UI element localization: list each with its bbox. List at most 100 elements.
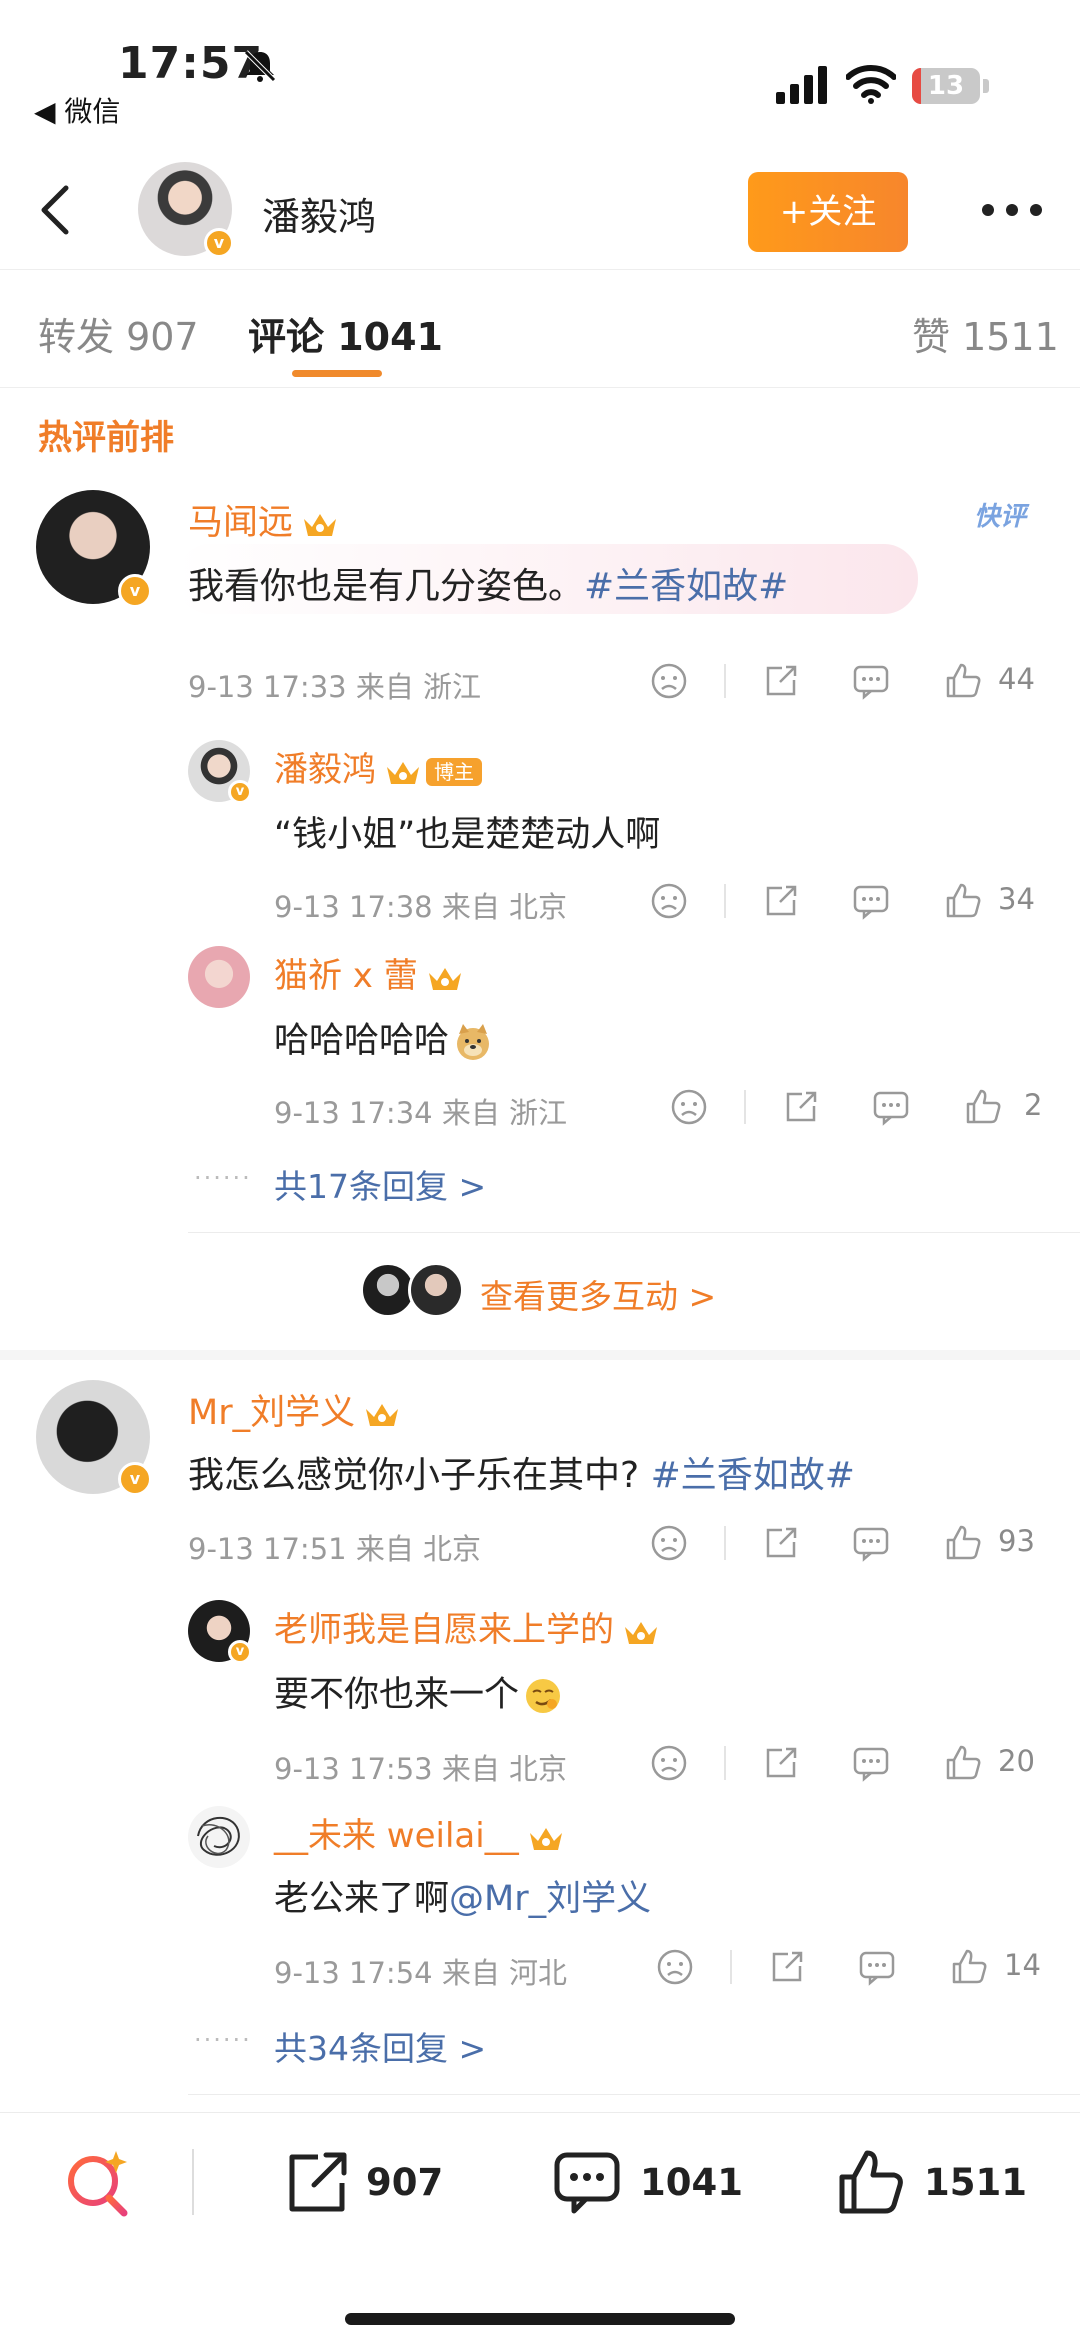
- hot-comments-title: 热评前排: [38, 418, 174, 458]
- search-sparkle-icon[interactable]: [62, 2147, 134, 2219]
- cellular-signal-icon: [776, 66, 827, 104]
- follow-button[interactable]: +关注: [748, 172, 908, 252]
- reply-text: 哈哈哈哈哈: [274, 1012, 493, 1063]
- reply-dots: ······: [194, 2026, 252, 2054]
- like-count: 93: [998, 1524, 1035, 1558]
- mute-bell-icon: [244, 50, 276, 82]
- back-arrow-icon[interactable]: [28, 178, 88, 242]
- comment-text: 我看你也是有几分姿色。#兰香如故#: [188, 566, 789, 607]
- more-options-icon[interactable]: [982, 204, 1042, 218]
- battery-tip: [983, 79, 989, 93]
- reply-icon[interactable]: [852, 1524, 890, 1562]
- post-tabs: 转发 907 评论 1041 赞 1511: [0, 270, 1080, 388]
- author-name[interactable]: 潘毅鸿: [262, 186, 376, 241]
- reply-icon[interactable]: [858, 1948, 896, 1986]
- like-count: 2: [1024, 1088, 1043, 1122]
- view-more-interactions-link[interactable]: 查看更多互动 >: [480, 1270, 716, 1318]
- reply-meta: 9-13 17:53 来自 北京: [274, 1752, 568, 1786]
- reply-name[interactable]: __未来 weilai__: [274, 1808, 565, 1857]
- active-tab-indicator: [292, 370, 382, 377]
- reply-meta: 9-13 17:38 来自 北京: [274, 890, 568, 924]
- divider: [192, 2149, 194, 2215]
- repost-count[interactable]: 907: [366, 2161, 443, 2204]
- tab-reposts[interactable]: 转发 907: [38, 306, 199, 361]
- commenter-name[interactable]: 马闻远: [188, 494, 339, 545]
- like-count: 44: [998, 662, 1035, 696]
- reply-text: 老公来了啊@Mr_刘学义: [274, 1879, 652, 1919]
- commenter-name[interactable]: Mr_刘学义: [188, 1384, 401, 1435]
- wifi-icon: [846, 65, 896, 104]
- share-icon[interactable]: [762, 662, 800, 700]
- divider: [744, 1090, 746, 1124]
- thumbs-up-icon[interactable]: [964, 1088, 1002, 1126]
- crown-icon: [529, 1827, 562, 1850]
- verified-badge-icon: v: [118, 1462, 152, 1496]
- divider: [188, 2094, 1080, 2095]
- reply-icon[interactable]: [852, 1744, 890, 1782]
- quick-comment-badge: 快评: [974, 502, 1027, 532]
- thumbs-up-icon[interactable]: [944, 882, 982, 920]
- comment-text: 我怎么感觉你小子乐在其中? #兰香如故#: [188, 1455, 855, 1496]
- tab-comments[interactable]: 评论 1041: [248, 306, 443, 361]
- divider: [188, 1232, 1080, 1233]
- reply-name[interactable]: 老师我是自愿来上学的: [274, 1602, 660, 1651]
- share-icon[interactable]: [762, 882, 800, 920]
- comment-icon[interactable]: [552, 2147, 622, 2217]
- view-all-replies-link[interactable]: 共17条回复 >: [274, 1160, 486, 1208]
- divider: [724, 884, 726, 918]
- reply-actions: 34: [650, 878, 1050, 922]
- share-icon[interactable]: [782, 1088, 820, 1126]
- reply-dots: ······: [194, 1164, 252, 1192]
- like-count: 34: [998, 882, 1035, 916]
- comment-actions: 93: [650, 1520, 1050, 1564]
- battery-indicator: 13: [912, 68, 980, 104]
- section-divider: [0, 1350, 1080, 1360]
- avatar[interactable]: [188, 946, 250, 1008]
- comment-actions: 44: [650, 658, 1050, 702]
- thumbs-up-icon[interactable]: [944, 1524, 982, 1562]
- dislike-face-icon[interactable]: [650, 1744, 688, 1782]
- share-icon[interactable]: [762, 1524, 800, 1562]
- dislike-face-icon[interactable]: [670, 1088, 708, 1126]
- avatar[interactable]: [188, 1806, 250, 1868]
- divider: [724, 1746, 726, 1780]
- share-icon[interactable]: [768, 1948, 806, 1986]
- reply-text: 要不你也来一个: [274, 1666, 563, 1717]
- dislike-face-icon[interactable]: [650, 662, 688, 700]
- comment-meta: 9-13 17:33 来自 浙江: [188, 670, 482, 704]
- tab-likes[interactable]: 赞 1511: [912, 306, 1059, 361]
- reply-text: “钱小姐”也是楚楚动人啊: [274, 815, 661, 855]
- reply-icon[interactable]: [872, 1088, 910, 1126]
- mention-link[interactable]: @Mr_刘学义: [449, 1879, 651, 1919]
- dislike-face-icon[interactable]: [650, 882, 688, 920]
- comment-count[interactable]: 1041: [640, 2161, 743, 2204]
- like-count-total[interactable]: 1511: [924, 2161, 1027, 2204]
- divider: [724, 1526, 726, 1560]
- divider: [724, 664, 726, 698]
- reply-icon[interactable]: [852, 662, 890, 700]
- reply-meta: 9-13 17:34 来自 浙江: [274, 1096, 568, 1130]
- thumbs-up-icon[interactable]: [944, 662, 982, 700]
- dislike-face-icon[interactable]: [656, 1948, 694, 1986]
- back-to-wechat[interactable]: ◀ 微信: [34, 90, 120, 130]
- reply-name[interactable]: 猫祈 x 蕾: [274, 948, 464, 997]
- topic-link[interactable]: #兰香如故#: [584, 566, 788, 607]
- topic-link[interactable]: #兰香如故#: [651, 1455, 855, 1496]
- repost-icon[interactable]: [282, 2147, 352, 2217]
- home-indicator[interactable]: [345, 2313, 735, 2325]
- smirk-emoji-icon: [526, 1679, 561, 1713]
- crown-icon: [625, 1621, 657, 1644]
- status-bar: 17:57 ◀ 微信 13: [0, 0, 1080, 150]
- thumbs-up-icon[interactable]: [950, 1948, 988, 1986]
- view-all-replies-link[interactable]: 共34条回复 >: [274, 2022, 486, 2070]
- reply-icon[interactable]: [852, 882, 890, 920]
- crown-icon: [366, 1404, 399, 1426]
- dislike-face-icon[interactable]: [650, 1524, 688, 1562]
- verified-badge-icon: v: [228, 780, 252, 804]
- like-icon[interactable]: [836, 2147, 906, 2217]
- crown-icon: [304, 514, 337, 536]
- share-icon[interactable]: [762, 1744, 800, 1782]
- crown-icon: [387, 761, 419, 784]
- thumbs-up-icon[interactable]: [944, 1744, 982, 1782]
- reply-name[interactable]: 潘毅鸿 博主: [274, 742, 482, 791]
